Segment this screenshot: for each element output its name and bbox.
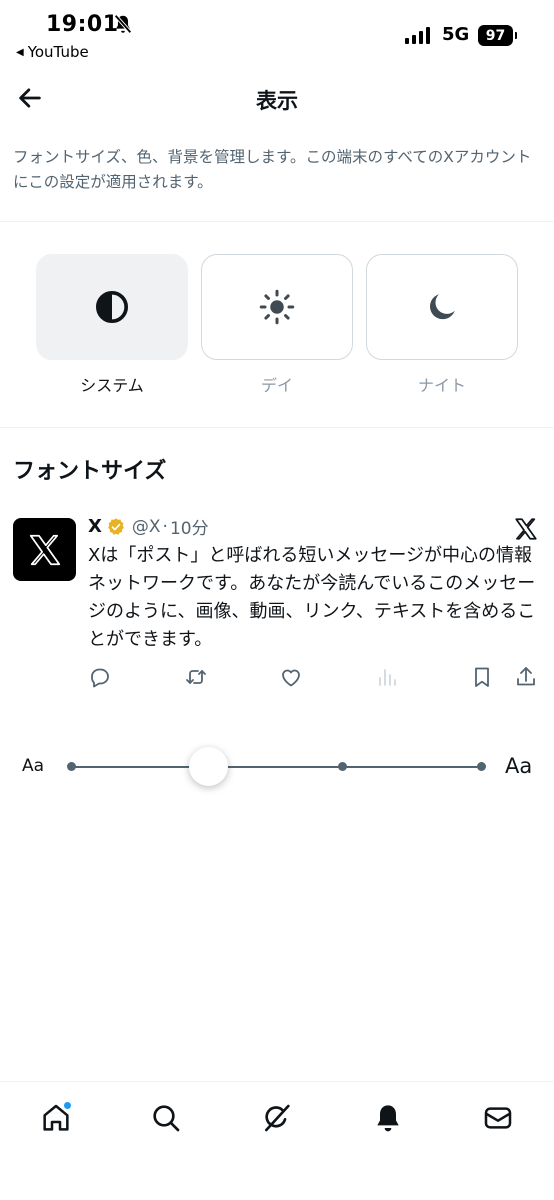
theme-option-day[interactable]: デイ — [201, 254, 353, 406]
heart-icon — [282, 669, 300, 687]
reply-icon — [91, 668, 109, 688]
notification-dot — [63, 1101, 72, 1110]
views-button — [374, 664, 400, 690]
moon-icon — [430, 294, 455, 320]
status-time: 19:01 — [46, 12, 119, 37]
settings-description: フォントサイズ、色、背景を管理します。この端末のすべてのXアカウントにこの設定が… — [13, 148, 532, 191]
reply-button[interactable] — [87, 664, 113, 690]
font-size-slider-track[interactable] — [72, 766, 482, 768]
theme-label: システム — [80, 376, 144, 395]
cellular-signal-icon — [405, 27, 430, 44]
theme-label: デイ — [260, 376, 293, 395]
battery-indicator: 97 — [478, 25, 517, 46]
post-time: 10分 — [169, 519, 209, 539]
theme-card — [36, 254, 188, 360]
nav-grok[interactable] — [259, 1100, 295, 1136]
mail-icon — [484, 1107, 512, 1129]
verified-badge-icon — [107, 517, 124, 535]
post-header: X @X · 10分 — [88, 514, 209, 539]
status-bar: 19:01 ◀ YouTube 5G 97 — [0, 0, 554, 68]
slider-step[interactable] — [67, 762, 76, 771]
bar-chart-icon — [379, 669, 396, 686]
half-circle-icon — [95, 290, 129, 324]
page-title: 表示 — [256, 89, 298, 113]
network-type: 5G — [442, 24, 470, 45]
like-button[interactable] — [278, 664, 304, 690]
font-size-small-label: Aa — [22, 756, 45, 776]
back-to-app-link[interactable]: ◀ YouTube — [16, 43, 89, 61]
theme-option-system[interactable]: システム — [36, 254, 188, 406]
avatar — [13, 518, 76, 581]
bookmark-button[interactable] — [469, 664, 495, 690]
repost-icon — [186, 670, 206, 684]
font-size-title: フォントサイズ — [13, 459, 167, 484]
sun-icon — [259, 289, 295, 325]
back-app-label: YouTube — [27, 43, 89, 61]
font-size-slider-thumb[interactable] — [189, 747, 228, 786]
nav-notifications[interactable] — [370, 1100, 406, 1136]
slider-step[interactable] — [477, 762, 486, 771]
theme-label: ナイト — [417, 376, 466, 395]
x-logo-icon — [515, 518, 537, 540]
bottom-nav — [0, 1081, 554, 1200]
post-separator: · — [162, 516, 168, 537]
bell-icon — [377, 1105, 399, 1132]
share-icon — [517, 667, 535, 686]
nav-explore[interactable] — [148, 1100, 184, 1136]
search-icon — [153, 1105, 180, 1132]
x-logo-icon — [29, 534, 60, 565]
theme-card — [201, 254, 353, 360]
top-bar: 表示 — [0, 70, 554, 126]
share-button[interactable] — [513, 664, 539, 690]
post-actions — [0, 664, 554, 690]
bookmark-icon — [475, 667, 489, 687]
nav-home[interactable] — [38, 1100, 74, 1136]
back-triangle-icon: ◀ — [16, 46, 24, 58]
theme-option-night[interactable]: ナイト — [366, 254, 518, 406]
grok-icon — [265, 1104, 290, 1132]
slider-step[interactable] — [338, 762, 347, 771]
font-size-large-label: Aa — [505, 754, 533, 778]
post-handle: @X — [131, 516, 161, 537]
theme-card — [366, 254, 518, 360]
repost-button[interactable] — [183, 664, 209, 690]
bell-slash-icon — [114, 14, 132, 34]
post-text: Xは「ポスト」と呼ばれる短いメッセージが中心の情報ネットワークです。あなたが今読… — [88, 545, 536, 650]
divider — [0, 427, 554, 428]
post-author: X — [88, 516, 102, 537]
nav-messages[interactable] — [480, 1100, 516, 1136]
divider — [0, 221, 554, 222]
